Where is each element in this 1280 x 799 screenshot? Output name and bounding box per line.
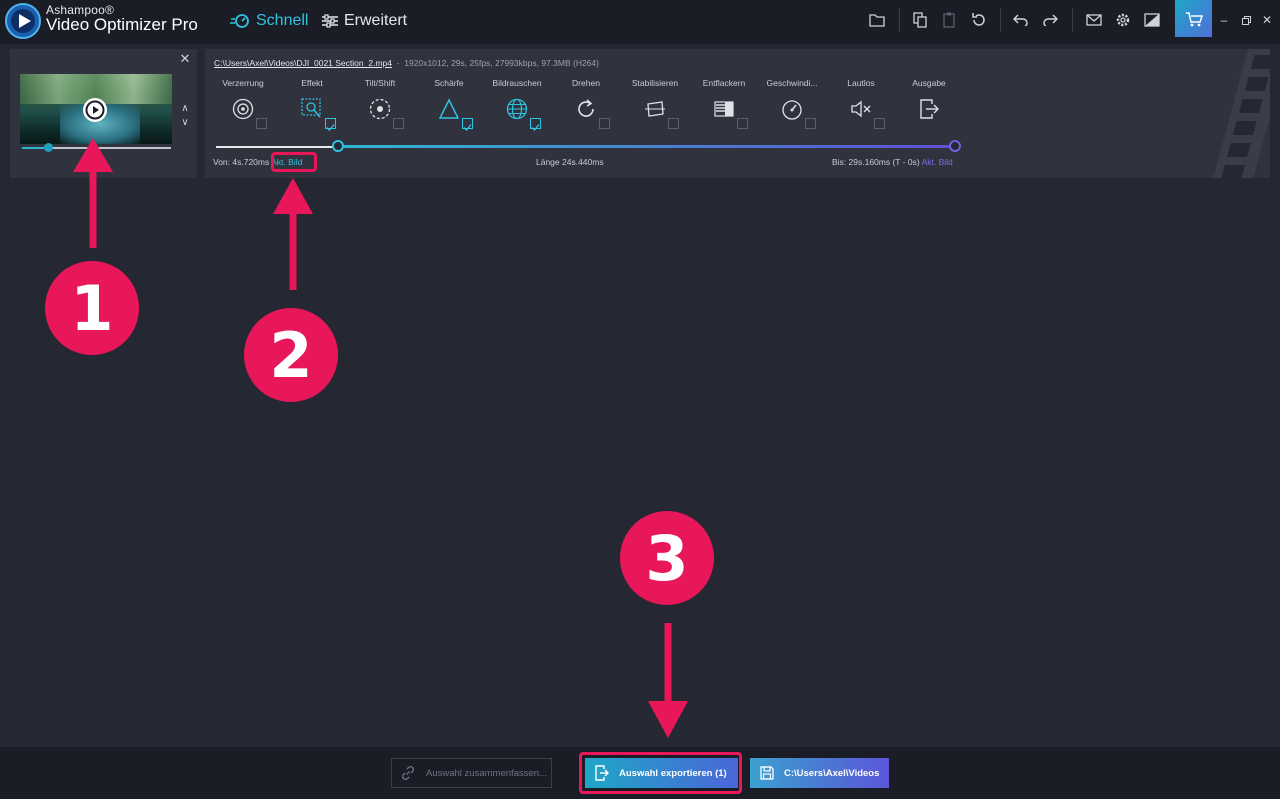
close-window-icon[interactable]: ✕ bbox=[1257, 10, 1277, 30]
effect-stabilisieren[interactable]: Stabilisieren bbox=[625, 78, 685, 134]
effect-checkbox[interactable] bbox=[393, 118, 404, 129]
effect-checkbox[interactable] bbox=[874, 118, 885, 129]
minimize-icon[interactable]: – bbox=[1214, 10, 1234, 30]
play-button[interactable] bbox=[83, 98, 107, 122]
trim-to-label: Bis: 29s.160ms (T - 0s) bbox=[832, 157, 920, 167]
restore-icon[interactable] bbox=[1236, 10, 1256, 30]
toolbar-divider bbox=[899, 8, 900, 32]
folder-icon[interactable] bbox=[866, 9, 888, 31]
trim-range[interactable] bbox=[338, 145, 956, 148]
export-icon bbox=[595, 765, 609, 781]
output-folder-button[interactable]: C:\Users\Axel\Videos bbox=[750, 758, 889, 788]
output-icon bbox=[920, 99, 939, 119]
mail-icon[interactable] bbox=[1083, 9, 1105, 31]
copy-icon[interactable] bbox=[909, 9, 931, 31]
rotate-icon bbox=[578, 99, 594, 117]
paste-icon[interactable] bbox=[938, 9, 960, 31]
toolbar-divider bbox=[1000, 8, 1001, 32]
trim-start-handle[interactable] bbox=[332, 140, 344, 152]
step-badge-3: 3 bbox=[620, 511, 714, 605]
mode-tab-label: Schnell bbox=[256, 12, 309, 29]
merge-selection-button[interactable]: Auswahl zusammenfassen... bbox=[391, 758, 552, 788]
arrow-up-icon bbox=[273, 178, 313, 290]
effect-geschwindigkeit[interactable]: Geschwindi... bbox=[762, 78, 822, 134]
trim-end-handle[interactable] bbox=[949, 140, 961, 152]
link-icon bbox=[401, 765, 415, 781]
trim-to: Bis: 29s.160ms (T - 0s) Akt. Bild bbox=[832, 157, 953, 167]
effect-entflackern[interactable]: Entflackern bbox=[694, 78, 754, 134]
set-to-current-frame-link[interactable]: Akt. Bild bbox=[922, 157, 953, 167]
reset-icon[interactable] bbox=[968, 9, 990, 31]
mode-tab-schnell[interactable]: Schnell bbox=[230, 12, 308, 30]
effect-schaerfe[interactable]: Schärfe bbox=[419, 78, 479, 134]
effect-checkbox[interactable] bbox=[256, 118, 267, 129]
trim-from: Von: 4s.720ms Akt. Bild bbox=[213, 157, 302, 167]
effect-checkbox[interactable] bbox=[805, 118, 816, 129]
sliders-icon bbox=[322, 14, 338, 28]
film-strip-decoration bbox=[1211, 49, 1270, 178]
effect-checkbox[interactable] bbox=[737, 118, 748, 129]
toolbar-divider bbox=[1072, 8, 1073, 32]
effect-checkbox[interactable] bbox=[462, 118, 473, 131]
effect-checkbox[interactable] bbox=[668, 118, 679, 129]
trim-track-before bbox=[216, 146, 338, 148]
trim-from-label: Von: 4s.720ms bbox=[213, 157, 270, 167]
effect-effekt[interactable]: Effekt bbox=[282, 78, 342, 134]
effect-checkbox[interactable] bbox=[599, 118, 610, 129]
app-logo-icon bbox=[5, 3, 41, 39]
set-from-current-frame-link[interactable]: Akt. Bild bbox=[271, 157, 302, 167]
trim-length: Länge 24s.440ms bbox=[536, 157, 604, 167]
noise-icon bbox=[506, 98, 528, 120]
sharpness-icon bbox=[438, 98, 460, 119]
effect-checkbox[interactable] bbox=[325, 118, 336, 131]
undo-icon[interactable] bbox=[1010, 9, 1032, 31]
effect-lautlos[interactable]: Lautlos bbox=[831, 78, 891, 134]
effect-icon bbox=[301, 98, 321, 118]
arrow-up-icon bbox=[73, 138, 113, 248]
effect-drehen[interactable]: Drehen bbox=[556, 78, 616, 134]
step-badge-2: 2 bbox=[244, 308, 338, 402]
video-thumbnail[interactable] bbox=[20, 74, 172, 144]
speed-mode-icon bbox=[230, 14, 249, 28]
effect-tilt-shift[interactable]: Tilt/Shift bbox=[350, 78, 410, 134]
tilt-shift-icon bbox=[369, 98, 391, 120]
clip-file-path[interactable]: C:\Users\Axel\Videos\DJI_0021 Section_2.… bbox=[214, 58, 392, 68]
clip-meta: 1920x1012, 29s, 25fps, 27993kbps, 97.3MB… bbox=[404, 58, 599, 68]
save-icon bbox=[760, 766, 774, 780]
move-up-icon[interactable]: ∧ bbox=[179, 103, 191, 115]
export-selection-button[interactable]: Auswahl exportieren (1) bbox=[585, 758, 738, 788]
settings-icon[interactable] bbox=[1112, 9, 1134, 31]
theme-icon[interactable] bbox=[1141, 9, 1163, 31]
play-icon bbox=[85, 100, 105, 120]
arrow-down-icon bbox=[648, 623, 688, 738]
effect-ausgabe[interactable]: Ausgabe bbox=[899, 78, 959, 134]
stabilize-icon bbox=[645, 101, 665, 117]
mode-tab-erweitert[interactable]: Erweitert bbox=[322, 12, 407, 30]
eye-icon bbox=[232, 98, 254, 120]
thumbnail-seek-handle[interactable] bbox=[44, 143, 53, 152]
redo-icon[interactable] bbox=[1039, 9, 1061, 31]
effect-bildrauschen[interactable]: Bildrauschen bbox=[487, 78, 547, 134]
speed-icon bbox=[782, 100, 802, 120]
move-down-icon[interactable]: ∨ bbox=[179, 117, 191, 129]
mute-icon bbox=[851, 100, 871, 118]
clip-file-info: C:\Users\Axel\Videos\DJI_0021 Section_2.… bbox=[214, 58, 599, 68]
cart-icon[interactable] bbox=[1175, 0, 1212, 37]
effect-verzerrung[interactable]: Verzerrung bbox=[213, 78, 273, 134]
remove-clip-icon[interactable]: ✕ bbox=[178, 52, 192, 66]
effect-checkbox[interactable] bbox=[530, 118, 541, 131]
deflicker-icon bbox=[714, 101, 734, 117]
app-title: Video Optimizer Pro bbox=[46, 15, 198, 34]
mode-tab-label: Erweitert bbox=[344, 12, 408, 29]
step-badge-1: 1 bbox=[45, 261, 139, 355]
